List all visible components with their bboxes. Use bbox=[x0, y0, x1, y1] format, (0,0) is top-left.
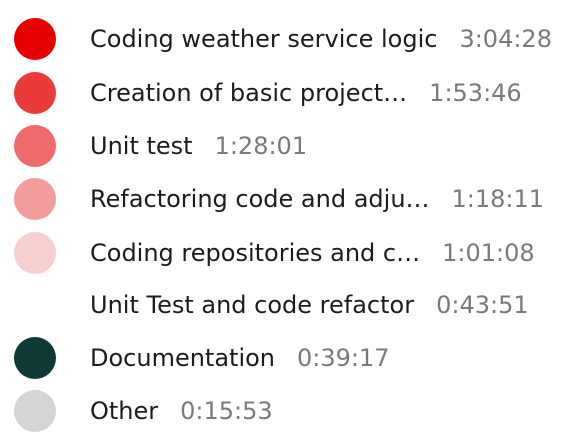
color-dot-icon bbox=[14, 232, 56, 274]
legend-item[interactable]: Unit test 1:28:01 bbox=[0, 120, 582, 173]
legend-item[interactable]: Documentation 0:39:17 bbox=[0, 332, 582, 385]
legend-item[interactable]: Refactoring code and adju… 1:18:11 bbox=[0, 173, 582, 226]
legend-item-duration: 3:04:28 bbox=[459, 25, 552, 53]
legend-item[interactable]: Coding repositories and c… 1:01:08 bbox=[0, 227, 582, 280]
legend-item-label: Creation of basic project… bbox=[90, 79, 408, 107]
legend-item-label: Unit test bbox=[90, 132, 193, 160]
legend-item-label: Coding weather service logic bbox=[90, 25, 438, 53]
legend-item-duration: 1:01:08 bbox=[442, 239, 535, 267]
legend-item[interactable]: Other 0:15:53 bbox=[0, 385, 582, 438]
color-dot-icon bbox=[14, 18, 56, 60]
legend-item-label: Unit Test and code refactor bbox=[90, 291, 415, 319]
color-dot-icon bbox=[14, 72, 56, 114]
time-legend: Coding weather service logic 3:04:28 Crea… bbox=[0, 0, 582, 432]
legend-item-duration: 1:28:01 bbox=[214, 132, 308, 160]
legend-item-label: Refactoring code and adju… bbox=[90, 185, 430, 213]
color-dot-icon bbox=[14, 284, 56, 326]
color-dot-icon bbox=[14, 125, 56, 167]
legend-item-duration: 0:39:17 bbox=[297, 344, 390, 372]
legend-item-duration: 0:15:53 bbox=[180, 397, 273, 425]
legend-item-label: Coding repositories and c… bbox=[90, 239, 421, 267]
legend-item-duration: 0:43:51 bbox=[436, 291, 529, 319]
legend-item-duration: 1:18:11 bbox=[451, 185, 545, 213]
color-dot-icon bbox=[14, 390, 56, 432]
legend-item-label: Documentation bbox=[90, 344, 276, 372]
legend-item-label: Other bbox=[90, 397, 159, 425]
color-dot-icon bbox=[14, 337, 56, 379]
legend-item-duration: 1:53:46 bbox=[429, 79, 522, 107]
color-dot-icon bbox=[14, 178, 56, 220]
legend-item[interactable]: Unit Test and code refactor 0:43:51 bbox=[0, 279, 582, 332]
legend-item[interactable]: Creation of basic project… 1:53:46 bbox=[0, 67, 582, 120]
legend-item[interactable]: Coding weather service logic 3:04:28 bbox=[0, 13, 582, 66]
